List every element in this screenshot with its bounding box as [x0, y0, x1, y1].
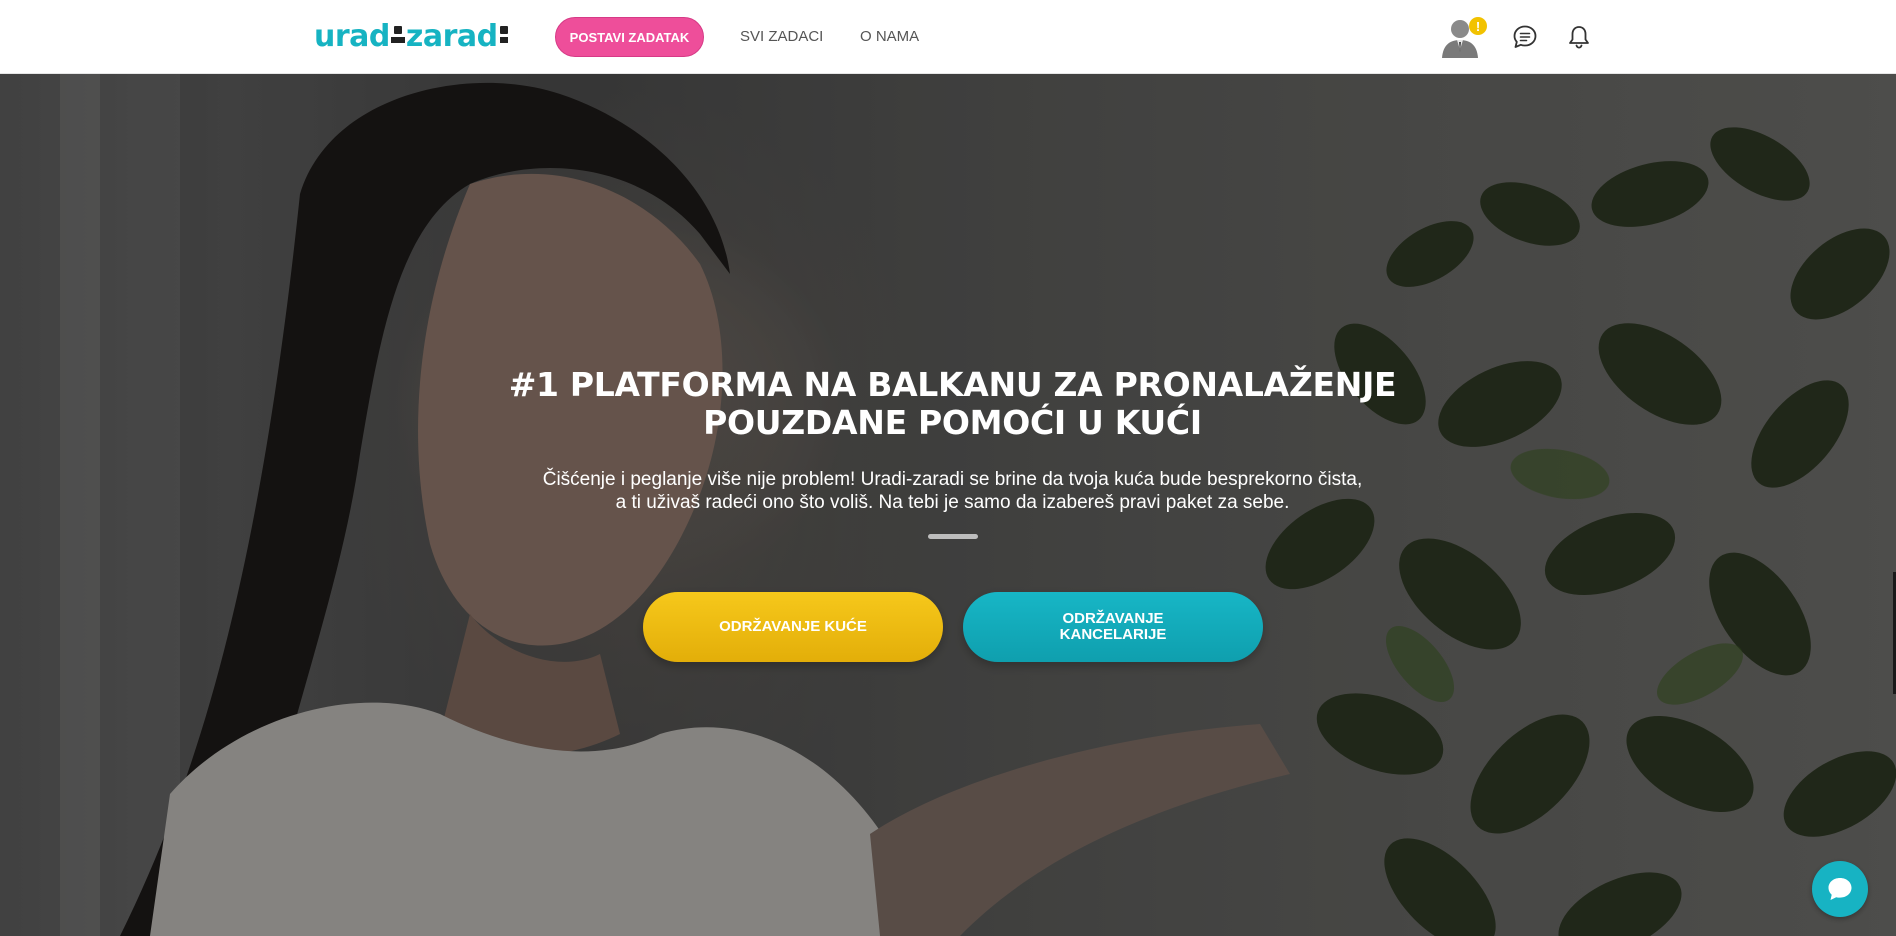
- nav-link-about-us[interactable]: O NAMA: [860, 28, 919, 45]
- hero-description: Čišćenje i peglanje više nije problem! U…: [470, 468, 1435, 514]
- bell-icon[interactable]: [1566, 24, 1592, 50]
- top-navbar: urad zarad POSTAVI ZADATAK SVI ZADACI O …: [0, 0, 1896, 74]
- hero-section: #1 PLATFORMA NA BALKANU ZA PRONALAŽENJE …: [0, 74, 1896, 936]
- logo-separator-icon: [390, 24, 405, 50]
- hero-headline: #1 PLATFORMA NA BALKANU ZA PRONALAŽENJE …: [430, 366, 1475, 442]
- nav-link-all-tasks[interactable]: SVI ZADACI: [740, 28, 823, 45]
- logo-text-part2: zarad: [405, 19, 498, 54]
- hero-divider: [928, 534, 978, 539]
- logo-end-icon: [499, 24, 509, 50]
- live-chat-button[interactable]: [1812, 861, 1868, 917]
- office-cleaning-label-line2: KANCELARIJE: [1059, 626, 1167, 643]
- hero-description-line1: Čišćenje i peglanje više nije problem! U…: [542, 469, 1363, 490]
- avatar-alert-badge: !: [1469, 17, 1487, 35]
- chat-icon[interactable]: [1512, 24, 1538, 50]
- hero-headline-line1: #1 PLATFORMA NA BALKANU ZA PRONALAŽENJE: [508, 365, 1397, 404]
- office-cleaning-label-line1: ODRŽAVANJE: [1062, 610, 1164, 627]
- chat-bubble-icon: [1828, 878, 1852, 900]
- hero-headline-line2: POUZDANE POMOĆI U KUĆI: [703, 403, 1202, 442]
- home-cleaning-button[interactable]: ODRŽAVANJE KUĆE: [643, 592, 943, 662]
- site-logo[interactable]: urad zarad: [314, 20, 510, 54]
- post-task-button[interactable]: POSTAVI ZADATAK: [555, 17, 704, 57]
- hero-description-line2: a ti uživaš radeći ono što voliš. Na teb…: [615, 492, 1290, 513]
- office-cleaning-button[interactable]: ODRŽAVANJE KANCELARIJE: [963, 592, 1263, 662]
- logo-text-part1: urad: [314, 19, 390, 54]
